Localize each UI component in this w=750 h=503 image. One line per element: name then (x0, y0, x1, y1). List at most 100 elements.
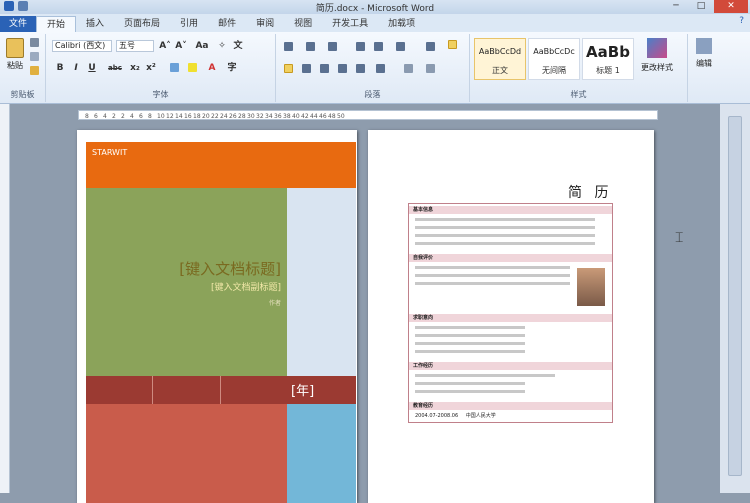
tab-review[interactable]: 审阅 (246, 16, 284, 32)
close-button[interactable]: ✕ (714, 0, 748, 13)
align-left-icon[interactable] (284, 64, 293, 73)
align-right-icon[interactable] (320, 64, 329, 73)
tab-references[interactable]: 引用 (170, 16, 208, 32)
justify-icon[interactable] (338, 64, 347, 73)
resume-table[interactable]: 基本信息 自我评价 求职意向 工作经历 教育经历 2004.07-2008.06… (408, 203, 613, 423)
minimize-button[interactable]: ─ (664, 0, 688, 13)
ruler-tick: 14 (175, 113, 183, 120)
cover-company[interactable]: STARWIT (86, 142, 356, 188)
education-date: 2004.07-2008.06 (415, 413, 459, 419)
ruler-tick: 32 (256, 113, 264, 120)
ruler-tick: 22 (211, 113, 219, 120)
find-icon (696, 38, 712, 54)
ruler-tick: 6 (94, 113, 98, 120)
clipboard-group: 粘贴 剪贴板 (0, 34, 46, 102)
horizontal-ruler[interactable]: 8 6 4 2 2 4 6 8 10 12 14 16 18 20 22 24 26 28 30 32 34 36 38 40… (78, 110, 658, 120)
bullets-icon[interactable] (284, 42, 293, 51)
increase-indent-icon[interactable] (374, 42, 383, 51)
shading-icon[interactable] (404, 64, 413, 73)
section-job-intention: 求职意向 (409, 314, 612, 322)
title-bar: 简历.docx - Microsoft Word ─ □ ✕ (0, 0, 750, 14)
ruler-tick: 2 (112, 113, 116, 120)
borders-icon[interactable] (426, 64, 435, 73)
tab-view[interactable]: 视图 (284, 16, 322, 32)
ruler-tick: 50 (337, 113, 345, 120)
tab-page-layout[interactable]: 页面布局 (114, 16, 170, 32)
tab-addins[interactable]: 加载项 (378, 16, 425, 32)
grow-font-button[interactable]: A˄ (158, 40, 172, 52)
chinese-layout-icon[interactable] (396, 42, 405, 51)
tab-file[interactable]: 文件 (0, 16, 36, 32)
decrease-indent-icon[interactable] (356, 42, 365, 51)
cover-page[interactable]: STARWIT [键入文档标题] [键入文档副标题] 作者 [年] (77, 130, 357, 503)
change-case-button[interactable]: Aa (194, 40, 210, 52)
maximize-button[interactable]: □ (689, 0, 713, 13)
center-icon[interactable] (302, 64, 311, 73)
style-no-spacing[interactable]: AaBbCcDc 无间隔 (528, 38, 580, 80)
italic-button[interactable]: I (70, 62, 82, 74)
ruler-tick: 6 (139, 113, 143, 120)
ruler-tick: 28 (238, 113, 246, 120)
cover-subtitle[interactable]: [键入文档副标题] (211, 280, 281, 293)
cover-title-block: [键入文档标题] [键入文档副标题] 作者 (86, 188, 287, 376)
tab-developer[interactable]: 开发工具 (322, 16, 378, 32)
document-area[interactable]: STARWIT [键入文档标题] [键入文档副标题] 作者 [年] 简 历 基本… (10, 120, 720, 503)
change-styles-button[interactable]: 更改样式 (640, 38, 674, 73)
ribbon-tabs: 文件 开始 插入 页面布局 引用 邮件 审阅 视图 开发工具 加载项 ? (0, 14, 750, 32)
group-label: 样式 (570, 90, 587, 99)
resume-page[interactable]: 简 历 基本信息 自我评价 求职意向 工作经历 教育经历 2004.07-200… (368, 130, 654, 503)
scroll-thumb[interactable] (728, 116, 742, 476)
paragraph-group: 段落 (276, 34, 470, 102)
vertical-scrollbar[interactable] (720, 104, 750, 493)
resume-title[interactable]: 简 历 (568, 182, 612, 202)
multilevel-list-icon[interactable] (328, 42, 337, 51)
style-normal[interactable]: AaBbCcDd 正文 (474, 38, 526, 80)
char-shading-button[interactable]: 字 (226, 62, 238, 74)
tab-mailings[interactable]: 邮件 (208, 16, 246, 32)
line-spacing-icon[interactable] (376, 64, 385, 73)
subscript-button[interactable]: x₂ (128, 62, 142, 74)
editing-button[interactable]: 编辑 (688, 38, 720, 69)
distribute-icon[interactable] (356, 64, 365, 73)
style-heading-1[interactable]: AaBb 标题 1 (582, 38, 634, 80)
strikethrough-button[interactable]: abc (106, 62, 124, 74)
clear-format-button[interactable]: ✧ (216, 40, 228, 52)
numbering-icon[interactable] (306, 42, 315, 51)
help-icon[interactable]: ? (739, 16, 744, 26)
cover-year[interactable]: [年] (287, 376, 356, 404)
ruler-tick: 8 (85, 113, 89, 120)
copy-icon[interactable] (30, 52, 39, 61)
tab-home[interactable]: 开始 (36, 16, 77, 32)
font-group: Calibri (西文) 五号 A˄ A˅ Aa ✧ 文 B I U abc x… (46, 34, 276, 102)
font-size-dropdown[interactable]: 五号 (116, 40, 154, 52)
bold-button[interactable]: B (54, 62, 66, 74)
vertical-ruler (0, 104, 10, 493)
ruler-tick: 38 (283, 113, 291, 120)
styles-group: AaBbCcDd 正文 AaBbCcDc 无间隔 AaBb 标题 1 更改样式 … (470, 34, 688, 102)
sort-icon[interactable] (426, 42, 435, 51)
cut-icon[interactable] (30, 38, 39, 47)
font-color-button[interactable]: A (206, 62, 218, 74)
mouse-cursor-icon: ⌶ (675, 230, 684, 246)
ruler-tick: 48 (328, 113, 336, 120)
highlight-icon[interactable] (188, 63, 197, 72)
text-effects-icon[interactable] (170, 63, 179, 72)
superscript-button[interactable]: x² (144, 62, 158, 74)
ruler-tick: 4 (103, 113, 107, 120)
tab-insert[interactable]: 插入 (76, 16, 114, 32)
ruler-tick: 40 (292, 113, 300, 120)
group-label: 剪贴板 (10, 90, 35, 99)
font-name-dropdown[interactable]: Calibri (西文) (52, 40, 112, 52)
editing-group: 编辑 (688, 34, 720, 102)
group-label: 字体 (152, 90, 169, 99)
shrink-font-button[interactable]: A˅ (174, 40, 188, 52)
paste-button[interactable]: 粘贴 (4, 36, 26, 74)
show-marks-icon[interactable] (448, 40, 457, 49)
phonetic-button[interactable]: 文 (232, 40, 244, 52)
clipboard-icon (6, 38, 24, 58)
underline-button[interactable]: U (86, 62, 98, 74)
change-styles-icon (647, 38, 667, 58)
cover-title[interactable]: [键入文档标题] (179, 258, 281, 279)
format-painter-icon[interactable] (30, 66, 39, 75)
cover-author[interactable]: 作者 (269, 298, 281, 307)
